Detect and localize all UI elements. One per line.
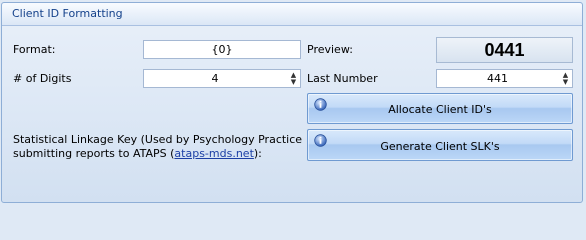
digits-down-arrow-icon[interactable]: ▼ bbox=[288, 78, 299, 86]
group-title: Client ID Formatting bbox=[12, 7, 123, 20]
digits-label: # of Digits bbox=[13, 72, 72, 85]
format-input[interactable]: {0} bbox=[143, 40, 301, 59]
digits-value: 4 bbox=[211, 72, 219, 85]
generate-client-slks-button[interactable]: Generate Client SLK's bbox=[307, 129, 573, 161]
last-number-down-arrow-icon[interactable]: ▼ bbox=[560, 78, 571, 86]
last-number-stepper[interactable]: 441 ▲ ▼ bbox=[436, 69, 573, 88]
last-number-label: Last Number bbox=[307, 72, 378, 85]
group-header: Client ID Formatting bbox=[2, 3, 582, 26]
slk-suffix: ): bbox=[253, 147, 262, 160]
preview-display: 0441 bbox=[436, 37, 573, 63]
allocate-client-ids-button[interactable]: Allocate Client ID's bbox=[307, 93, 573, 124]
last-number-value: 441 bbox=[487, 72, 508, 85]
allocate-button-label: Allocate Client ID's bbox=[388, 103, 492, 116]
slk-description-line2: submitting reports to ATAPS (ataps-mds.n… bbox=[13, 147, 262, 160]
preview-label: Preview: bbox=[307, 43, 353, 56]
ataps-link[interactable]: ataps-mds.net bbox=[174, 147, 253, 160]
slk-description-line1: Statistical Linkage Key (Used by Psychol… bbox=[13, 133, 303, 146]
generate-button-label: Generate Client SLK's bbox=[380, 140, 500, 153]
slk-prefix: submitting reports to ATAPS ( bbox=[13, 147, 175, 160]
digits-stepper[interactable]: 4 ▲ ▼ bbox=[143, 69, 301, 88]
format-label: Format: bbox=[13, 43, 56, 56]
